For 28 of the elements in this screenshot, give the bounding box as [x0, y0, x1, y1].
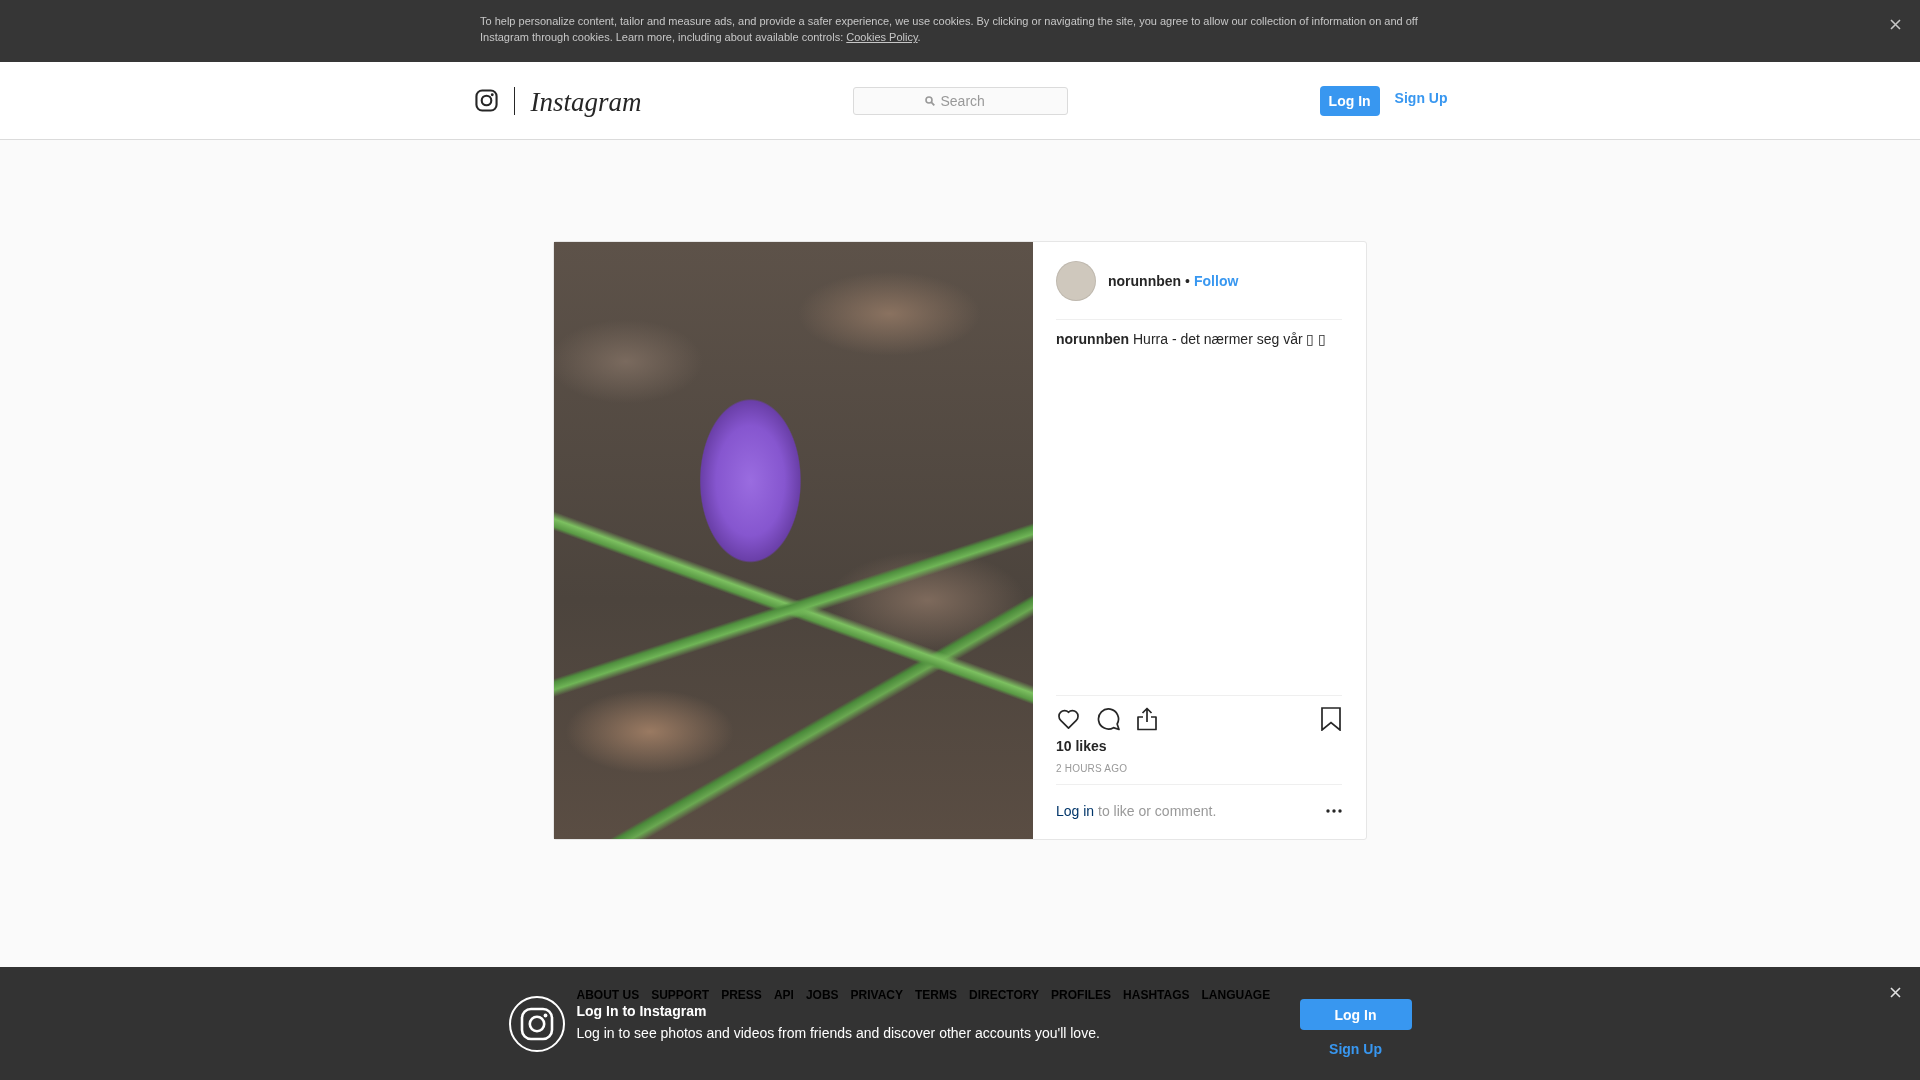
log-in-link[interactable]: Log in	[1056, 803, 1095, 819]
camera-icon	[508, 996, 565, 1052]
sign-up-link[interactable]: Sign Up	[1394, 88, 1448, 107]
post-caption: norunnben Hurra - det nærmer seg vår ▯ ▯	[1056, 330, 1328, 348]
banner-title: Log In to Instagram	[576, 1003, 707, 1020]
sign-up-link[interactable]: Sign Up	[1329, 1040, 1382, 1058]
login-prompt-text: Log in to like or comment.	[1056, 802, 1217, 820]
camera-icon[interactable]	[474, 89, 498, 112]
bullet-separator: •	[1185, 272, 1190, 290]
post-time: 2 HOURS AGO	[1056, 763, 1128, 775]
cookie-notice-text: To help personalize content, tailor and measure ads, and provide a safer experience, we use cookies. By clicking or navigating the site, you agree to allow our collection of information on and off Instagram through cookies. Learn more, including about available controls: Cookies Policy.	[480, 14, 1419, 45]
ellipsis-icon[interactable]	[1326, 809, 1342, 813]
username-link[interactable]: norunnben	[1108, 272, 1182, 290]
close-icon[interactable]	[1890, 19, 1901, 30]
bookmark-icon[interactable]	[1321, 707, 1341, 731]
speech-bubble-icon[interactable]	[1096, 707, 1121, 731]
banner-description: Log in to see photos and videos from friends and discover other accounts you'll love.	[576, 1024, 1100, 1042]
likes-count: 10 likes	[1056, 737, 1107, 755]
heart-icon[interactable]	[1056, 707, 1081, 731]
logo-text[interactable]: Instagram	[530, 85, 642, 118]
follow-link[interactable]: Follow	[1194, 272, 1239, 290]
cookies-policy-link[interactable]: Cookies Policy	[846, 31, 918, 43]
share-icon[interactable]	[1136, 707, 1158, 731]
log-in-button[interactable]: Log In	[1319, 85, 1380, 116]
search-icon	[924, 95, 935, 106]
search-field[interactable]: Search	[852, 86, 1068, 115]
close-icon[interactable]	[1890, 987, 1901, 998]
log-in-button[interactable]: Log In	[1299, 999, 1412, 1030]
